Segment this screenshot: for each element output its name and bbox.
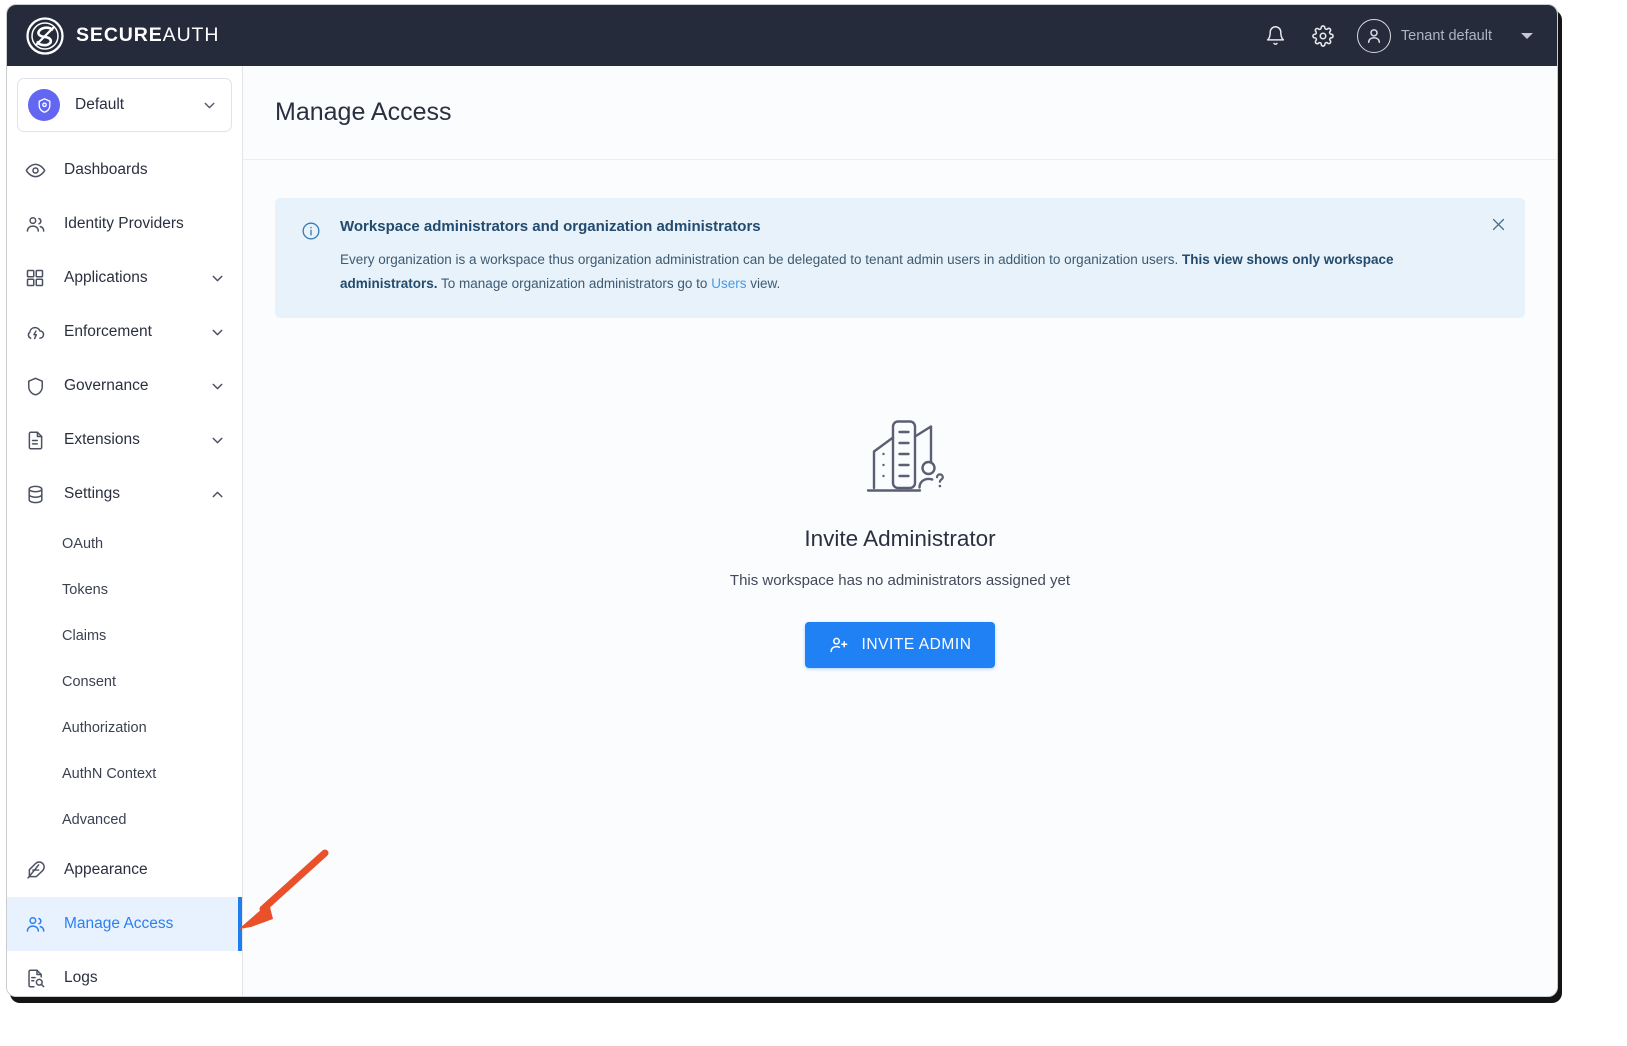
sidebar-item-label: Manage Access [64, 915, 174, 932]
brand-wordmark: SECUREAUTH [76, 24, 219, 47]
users-icon [24, 213, 46, 235]
shield-outline-icon [24, 375, 46, 397]
app-root: SECUREAUTH Tenant default Default Dashbo… [0, 0, 1627, 1046]
user-menu[interactable]: Tenant default [1356, 18, 1492, 53]
header-actions: Tenant default [1263, 18, 1533, 53]
users-link[interactable]: Users [711, 276, 746, 291]
banner-text-part3: view. [746, 276, 781, 292]
feather-icon [24, 859, 46, 881]
nav-list: Dashboards Identity Providers Applicatio… [7, 136, 242, 996]
caret-down-icon[interactable] [1521, 32, 1533, 39]
tenant-label: Tenant default [1400, 27, 1492, 44]
sidebar-item-label: Appearance [64, 861, 148, 878]
info-banner: Workspace administrators and organizatio… [275, 198, 1525, 319]
workspace-name: Default [75, 96, 125, 113]
close-icon[interactable] [1488, 214, 1508, 234]
brand-light: AUTH [162, 24, 220, 46]
sidebar-item-label: Dashboards [64, 161, 148, 178]
document-code-icon [24, 429, 46, 451]
brand-bold: SECURE [76, 24, 163, 46]
page-title: Manage Access [275, 98, 452, 126]
users-icon [24, 913, 46, 935]
chevron-down-icon[interactable] [209, 432, 226, 449]
sidebar-subitem-authorization[interactable]: Authorization [7, 705, 242, 751]
office-buildings-person-question-icon [852, 406, 948, 496]
sidebar-item-label: Identity Providers [64, 215, 184, 232]
eye-icon [24, 159, 46, 181]
workspace-selector[interactable]: Default [17, 78, 232, 132]
sidebar-item-identity-providers[interactable]: Identity Providers [7, 197, 242, 251]
sidebar-item-logs[interactable]: Logs [7, 951, 242, 996]
sidebar-subitem-authn-context[interactable]: AuthN Context [7, 751, 242, 797]
empty-state-subtitle: This workspace has no administrators ass… [729, 572, 1071, 590]
user-avatar-icon [1356, 18, 1391, 53]
empty-state-title: Invite Administrator [804, 526, 996, 552]
banner-text-part2: To manage organization administrators go… [437, 276, 712, 292]
sidebar-item-extensions[interactable]: Extensions [7, 413, 242, 467]
invite-admin-button[interactable]: INVITE ADMIN [804, 622, 996, 669]
sidebar-item-appearance[interactable]: Appearance [7, 843, 242, 897]
sidebar-nav: Default Dashboards Identity Providers Ap… [7, 66, 243, 996]
cloud-bolt-icon [24, 321, 46, 343]
user-plus-icon [829, 637, 847, 653]
sidebar-subitem-oauth[interactable]: OAuth [7, 521, 242, 567]
brand-logo-group[interactable]: SECUREAUTH [25, 16, 219, 56]
sidebar-subitem-tokens[interactable]: Tokens [7, 567, 242, 613]
chevron-down-icon [201, 97, 218, 114]
chevron-up-icon[interactable] [209, 486, 226, 503]
banner-text-part1: Every organization is a workspace thus o… [340, 252, 1182, 267]
sidebar-item-manage-access[interactable]: Manage Access [7, 897, 242, 951]
sidebar-item-label: Extensions [64, 431, 140, 448]
chevron-down-icon[interactable] [209, 378, 226, 395]
sidebar-subitem-claims[interactable]: Claims [7, 613, 242, 659]
page-header: Manage Access [243, 66, 1557, 160]
invite-admin-label: INVITE ADMIN [861, 636, 972, 654]
main-content: Manage Access Workspace administrators a… [243, 66, 1557, 996]
sidebar-item-label: Enforcement [64, 323, 152, 340]
secureauth-logo-icon [26, 16, 64, 55]
bell-icon[interactable] [1263, 23, 1289, 49]
sidebar-item-label: Settings [64, 485, 121, 502]
sidebar-item-governance[interactable]: Governance [7, 359, 242, 413]
top-header-bar: SECUREAUTH Tenant default [7, 5, 1557, 66]
banner-body: Workspace administrators and organizatio… [340, 218, 1477, 296]
banner-text: Every organization is a workspace thus o… [340, 248, 1477, 296]
sidebar-item-label: Governance [64, 377, 149, 394]
gear-icon[interactable] [1310, 23, 1336, 49]
grid-icon [24, 267, 46, 289]
empty-state: Invite Administrator This workspace has … [243, 406, 1557, 669]
browser-window: SECUREAUTH Tenant default Default Dashbo… [6, 4, 1558, 997]
sidebar-subitem-consent[interactable]: Consent [7, 659, 242, 705]
info-circle-icon [301, 221, 321, 241]
banner-title: Workspace administrators and organizatio… [340, 218, 761, 235]
sidebar-item-dashboards[interactable]: Dashboards [7, 143, 242, 197]
chevron-down-icon[interactable] [209, 270, 226, 287]
log-search-icon [24, 967, 46, 989]
sidebar-item-settings[interactable]: Settings [7, 467, 242, 521]
database-icon [24, 483, 46, 505]
sidebar-item-applications[interactable]: Applications [7, 251, 242, 305]
sidebar-item-label: Applications [64, 269, 148, 286]
chevron-down-icon[interactable] [209, 324, 226, 341]
sidebar-item-enforcement[interactable]: Enforcement [7, 305, 242, 359]
workspace-shield-icon [28, 89, 60, 121]
sidebar-item-label: Logs [64, 969, 98, 986]
sidebar-subitem-advanced[interactable]: Advanced [7, 797, 242, 843]
